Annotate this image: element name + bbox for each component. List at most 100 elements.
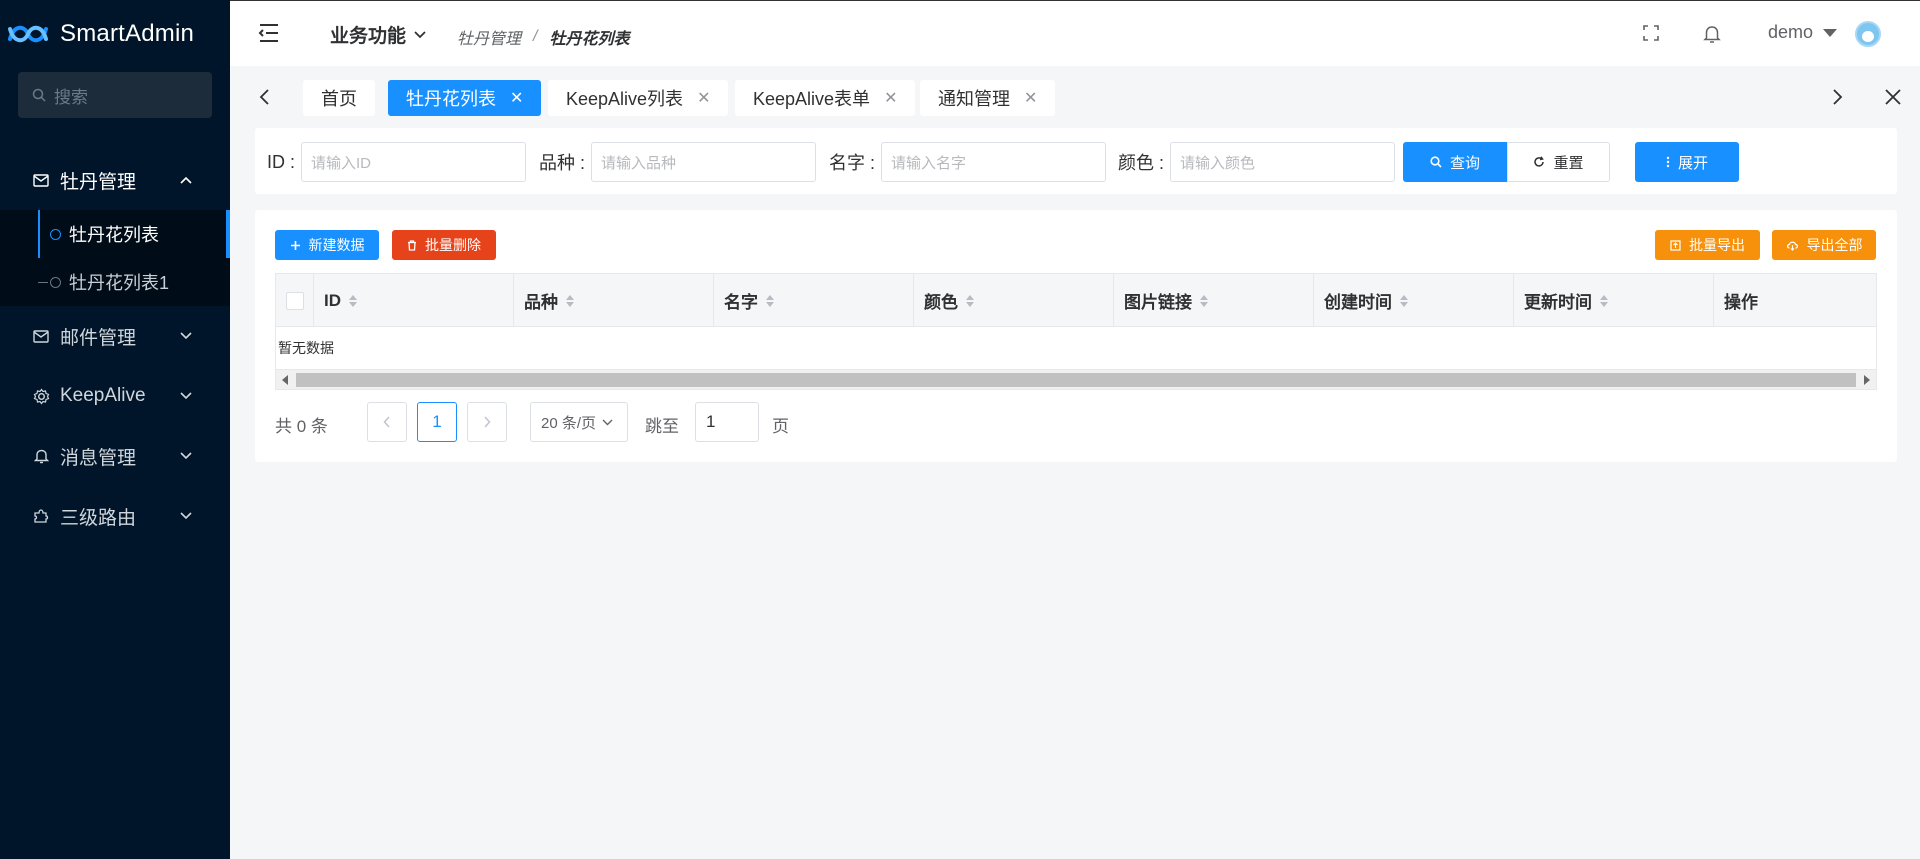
prev-page-button[interactable] bbox=[367, 402, 407, 442]
tab-label: 通知管理 bbox=[938, 89, 1010, 109]
name-label: 名字 : bbox=[829, 153, 876, 173]
add-data-button[interactable]: 新建数据 bbox=[275, 230, 379, 260]
sidebar-item-message[interactable]: 消息管理 bbox=[0, 426, 230, 486]
active-dot-icon bbox=[50, 228, 61, 240]
breadcrumb-current: 牡丹花列表 bbox=[549, 31, 630, 48]
column-header-variety[interactable]: 品种 bbox=[514, 274, 714, 327]
expand-button-label: 展开 bbox=[1677, 154, 1708, 172]
id-input[interactable]: 请输入ID bbox=[301, 142, 527, 182]
scroll-right-icon[interactable] bbox=[1864, 375, 1870, 385]
id-field: ID : 请输入ID bbox=[267, 142, 527, 182]
tab-home[interactable]: 首页 bbox=[303, 80, 375, 116]
gear-icon bbox=[32, 387, 50, 405]
jump-page-value: 1 bbox=[706, 412, 716, 431]
variety-input[interactable]: 请输入品种 bbox=[591, 142, 817, 182]
column-header-color[interactable]: 颜色 bbox=[914, 274, 1114, 327]
cloud-download-icon bbox=[1786, 240, 1799, 251]
close-all-tabs-icon[interactable] bbox=[1884, 88, 1902, 106]
sidebar-search-input[interactable]: 搜索 bbox=[18, 72, 212, 118]
id-placeholder: 请输入ID bbox=[311, 154, 372, 172]
bell-icon[interactable] bbox=[1703, 24, 1721, 44]
tab-label: 牡丹花列表 bbox=[406, 89, 496, 109]
variety-label: 品种 : bbox=[539, 153, 586, 173]
sidebar-item-three-level-route[interactable]: 三级路由 bbox=[0, 486, 230, 546]
sidebar-item-label: 消息管理 bbox=[60, 447, 137, 469]
close-icon[interactable]: ✕ bbox=[1024, 88, 1037, 108]
column-title: 创建时间 bbox=[1324, 293, 1392, 312]
next-page-button[interactable] bbox=[467, 402, 507, 442]
close-icon[interactable]: ✕ bbox=[697, 88, 710, 108]
menu-fold-icon[interactable] bbox=[258, 23, 280, 43]
export-all-button[interactable]: 导出全部 bbox=[1772, 230, 1876, 260]
chevron-down-icon bbox=[602, 419, 613, 425]
tab-keepalive-list[interactable]: KeepAlive列表 ✕ bbox=[548, 80, 729, 116]
close-icon[interactable]: ✕ bbox=[884, 88, 897, 108]
close-icon[interactable]: ✕ bbox=[510, 88, 523, 108]
tab-notice-management[interactable]: 通知管理 ✕ bbox=[920, 80, 1056, 116]
batch-delete-button[interactable]: 批量删除 bbox=[392, 230, 496, 260]
name-field: 名字 : 请输入名字 bbox=[829, 142, 1107, 182]
chevron-left-icon[interactable] bbox=[258, 88, 270, 106]
batch-delete-label: 批量删除 bbox=[425, 237, 481, 253]
page-size-select[interactable]: 20 条/页 bbox=[530, 402, 628, 442]
tab-peony-list[interactable]: 牡丹花列表 ✕ bbox=[388, 80, 542, 116]
tab-keepalive-form[interactable]: KeepAlive表单 ✕ bbox=[735, 80, 916, 116]
sort-icon bbox=[566, 294, 574, 307]
chevron-down-icon bbox=[414, 30, 426, 38]
query-button[interactable]: 查询 bbox=[1403, 142, 1507, 182]
chevron-right-icon[interactable] bbox=[1832, 88, 1844, 106]
column-header-created-time[interactable]: 创建时间 bbox=[1314, 274, 1514, 327]
chevron-left-icon bbox=[383, 416, 390, 428]
page-number: 1 bbox=[432, 412, 442, 431]
caret-down-icon bbox=[1823, 28, 1838, 37]
top-bar: 业务功能 牡丹管理 / 牡丹花列表 demo bbox=[230, 0, 1920, 66]
more-vertical-icon bbox=[1666, 156, 1670, 168]
avatar[interactable] bbox=[1855, 21, 1881, 47]
empty-state: 暂无数据 bbox=[276, 327, 1876, 369]
variety-field: 品种 : 请输入品种 bbox=[539, 142, 817, 182]
scrollbar-thumb[interactable] bbox=[296, 373, 1856, 387]
expand-button[interactable]: 展开 bbox=[1635, 142, 1739, 182]
business-menu-dropdown[interactable]: 业务功能 bbox=[330, 21, 426, 48]
breadcrumb-item[interactable]: 牡丹管理 bbox=[457, 25, 521, 49]
variety-placeholder: 请输入品种 bbox=[601, 154, 677, 172]
sidebar: SmartAdmin 搜索 牡丹管理 牡丹花列表 牡丹花列表1 邮件管理 Kee… bbox=[0, 0, 230, 859]
page-size-value: 20 条/页 bbox=[541, 414, 597, 432]
user-menu[interactable]: demo bbox=[1768, 22, 1838, 43]
sidebar-item-keepalive[interactable]: KeepAlive bbox=[0, 366, 230, 426]
column-header-id[interactable]: ID bbox=[314, 274, 514, 327]
tab-label: 首页 bbox=[321, 89, 357, 109]
sidebar-item-label: 牡丹管理 bbox=[60, 171, 137, 193]
logo[interactable]: SmartAdmin bbox=[0, 0, 230, 68]
horizontal-scrollbar[interactable] bbox=[276, 369, 1876, 389]
sidebar-item-peony-list-1[interactable]: 牡丹花列表1 bbox=[0, 258, 230, 306]
reload-icon bbox=[1533, 156, 1545, 168]
search-form: ID : 请输入ID 品种 : 请输入品种 名字 : 请输入名字 颜色 : 请输… bbox=[255, 128, 1897, 194]
select-all-checkbox[interactable] bbox=[285, 291, 304, 310]
page-number-current[interactable]: 1 bbox=[417, 402, 457, 442]
chevron-down-icon bbox=[180, 452, 192, 460]
fullscreen-icon[interactable] bbox=[1642, 24, 1660, 42]
tab-label: KeepAlive表单 bbox=[753, 89, 871, 109]
search-icon bbox=[1430, 156, 1442, 168]
user-name: demo bbox=[1768, 22, 1814, 42]
batch-export-button[interactable]: 批量导出 bbox=[1655, 230, 1760, 260]
name-input[interactable]: 请输入名字 bbox=[881, 142, 1107, 182]
column-title: ID bbox=[324, 290, 341, 310]
sidebar-item-peony[interactable]: 牡丹管理 bbox=[0, 150, 230, 210]
sidebar-item-peony-list[interactable]: 牡丹花列表 bbox=[0, 210, 230, 258]
scroll-left-icon[interactable] bbox=[282, 375, 288, 385]
jump-page-input[interactable]: 1 bbox=[695, 402, 759, 442]
tree-line bbox=[38, 210, 40, 258]
search-placeholder: 搜索 bbox=[54, 87, 88, 107]
jump-label: 跳至 bbox=[645, 417, 679, 436]
sidebar-item-label: KeepAlive bbox=[60, 385, 146, 406]
color-input[interactable]: 请输入颜色 bbox=[1170, 142, 1396, 182]
reset-button[interactable]: 重置 bbox=[1507, 142, 1610, 182]
column-header-image-url[interactable]: 图片链接 bbox=[1114, 274, 1314, 327]
empty-text: 暂无数据 bbox=[278, 340, 334, 356]
sidebar-item-mail[interactable]: 邮件管理 bbox=[0, 306, 230, 366]
table-card: 新建数据 批量删除 批量导出 导出全部 ID 品种 名字 颜色 图片链接 创建时… bbox=[255, 210, 1897, 462]
column-header-updated-time[interactable]: 更新时间 bbox=[1514, 274, 1714, 327]
column-header-name[interactable]: 名字 bbox=[714, 274, 914, 327]
